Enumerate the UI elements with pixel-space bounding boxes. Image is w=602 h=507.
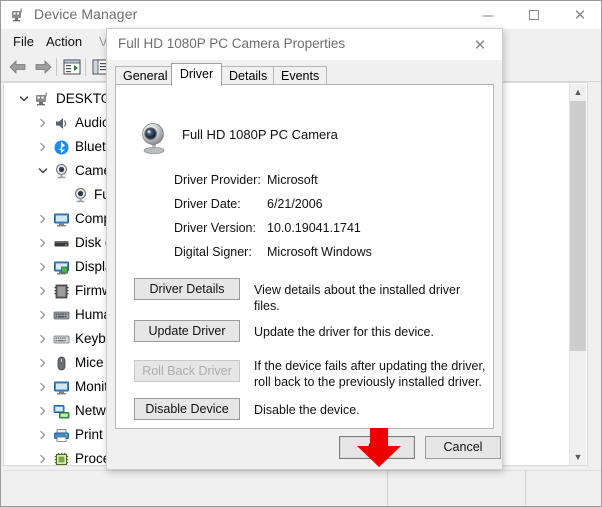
roll-back-driver-button: Roll Back Driver	[134, 360, 240, 382]
tree-vertical-scrollbar[interactable]: ▲ ▼	[569, 84, 586, 465]
chevron-right-icon[interactable]	[37, 423, 49, 447]
info-value: 10.0.19041.1741	[267, 221, 361, 235]
close-icon: ✕	[473, 35, 487, 54]
chevron-right-icon[interactable]	[37, 135, 49, 159]
chevron-right-icon[interactable]	[37, 375, 49, 399]
webcam-icon	[137, 121, 171, 155]
show-hide-console-tree-icon[interactable]	[61, 56, 83, 78]
chevron-right-icon[interactable]	[37, 255, 49, 279]
back-arrow-icon[interactable]	[7, 56, 29, 78]
mouse-icon	[53, 355, 70, 372]
info-label: Driver Version:	[174, 221, 256, 235]
monitor-icon	[53, 379, 70, 396]
status-bar-divider-2	[525, 471, 526, 506]
computer-monitor-icon	[53, 211, 70, 228]
screenshot-root: Device Manager ✕ File Action V DESKTOP- …	[0, 0, 602, 507]
action-description: Update the driver for this device.	[254, 325, 434, 339]
tab-general[interactable]: General	[115, 66, 172, 85]
info-value: 6/21/2006	[267, 197, 323, 211]
camera-device-icon	[72, 187, 89, 204]
tab-details[interactable]: Details	[221, 66, 274, 85]
printer-icon	[53, 427, 70, 444]
tab-driver[interactable]: Driver	[171, 63, 222, 86]
chevron-right-icon[interactable]	[37, 351, 49, 375]
chevron-right-icon[interactable]	[37, 399, 49, 423]
chevron-right-icon[interactable]	[37, 279, 49, 303]
forward-arrow-icon[interactable]	[32, 56, 54, 78]
audio-icon	[53, 115, 70, 132]
close-icon: ✕	[573, 6, 587, 24]
info-label: Driver Date:	[174, 197, 241, 211]
bluetooth-icon	[53, 139, 70, 156]
processor-icon	[53, 451, 70, 465]
cancel-button[interactable]: Cancel	[425, 436, 501, 459]
dialog-footer: OK Cancel	[107, 429, 502, 469]
chevron-down-icon[interactable]	[18, 87, 30, 111]
device-manager-title: Device Manager	[34, 6, 138, 22]
chevron-right-icon[interactable]	[37, 447, 49, 465]
device-properties-dialog: Full HD 1080P PC Camera Properties ✕ Gen…	[106, 28, 503, 470]
dialog-title: Full HD 1080P PC Camera Properties	[118, 36, 346, 51]
dialog-titlebar: Full HD 1080P PC Camera Properties ✕	[107, 29, 502, 60]
info-label: Driver Provider:	[174, 173, 261, 187]
dialog-tabstrip: General Driver Details Events	[115, 63, 494, 86]
menu-item-file[interactable]: File	[7, 32, 40, 51]
chevron-right-icon[interactable]	[37, 327, 49, 351]
minimize-icon	[482, 15, 494, 17]
toolbar-separator-1	[56, 58, 57, 76]
scroll-down-arrow-icon[interactable]: ▼	[570, 449, 586, 465]
chevron-right-icon[interactable]	[37, 231, 49, 255]
device-name: Full HD 1080P PC Camera	[182, 127, 338, 142]
toolbar-separator-2	[85, 58, 86, 76]
device-manager-titlebar: Device Manager ✕	[1, 1, 601, 29]
chevron-right-icon[interactable]	[37, 207, 49, 231]
driver-tab-panel: Full HD 1080P PC Camera Driver Provider:…	[115, 85, 494, 429]
chevron-right-icon[interactable]	[37, 111, 49, 135]
info-value: Microsoft Windows	[267, 245, 372, 259]
ok-button[interactable]: OK	[339, 436, 415, 459]
info-value: Microsoft	[267, 173, 318, 187]
window-close-button[interactable]: ✕	[557, 1, 601, 29]
tab-events[interactable]: Events	[273, 66, 327, 85]
computer-icon	[34, 91, 51, 108]
scroll-up-arrow-icon[interactable]: ▲	[570, 84, 586, 101]
display-adapter-icon	[53, 259, 70, 276]
scrollbar-thumb[interactable]	[570, 101, 586, 351]
info-label: Digital Signer:	[174, 245, 252, 259]
update-driver-button[interactable]: Update Driver	[134, 320, 240, 342]
human-interface-icon	[53, 307, 70, 324]
camera-icon	[53, 163, 70, 180]
device-manager-icon	[10, 7, 26, 23]
status-bar-divider-1	[387, 471, 388, 506]
action-description: View details about the installed driver …	[254, 283, 461, 313]
status-bar	[3, 470, 601, 506]
chevron-right-icon[interactable]	[37, 303, 49, 327]
disk-drive-icon	[53, 235, 70, 252]
driver-details-button[interactable]: Driver Details	[134, 278, 240, 300]
disable-device-button[interactable]: Disable Device	[134, 398, 240, 420]
window-minimize-button[interactable]	[465, 1, 511, 29]
tree-item-label: Audio	[75, 115, 110, 130]
dialog-close-button[interactable]: ✕	[458, 29, 502, 60]
chevron-down-icon[interactable]	[37, 159, 49, 183]
maximize-icon	[529, 10, 539, 20]
network-adapter-icon	[53, 403, 70, 420]
firmware-icon	[53, 283, 70, 300]
window-maximize-button[interactable]	[511, 1, 557, 29]
action-description: If the device fails after updating the d…	[254, 359, 486, 389]
keyboard-icon	[53, 331, 70, 348]
menu-item-action[interactable]: Action	[40, 32, 88, 51]
action-description: Disable the device.	[254, 403, 360, 417]
